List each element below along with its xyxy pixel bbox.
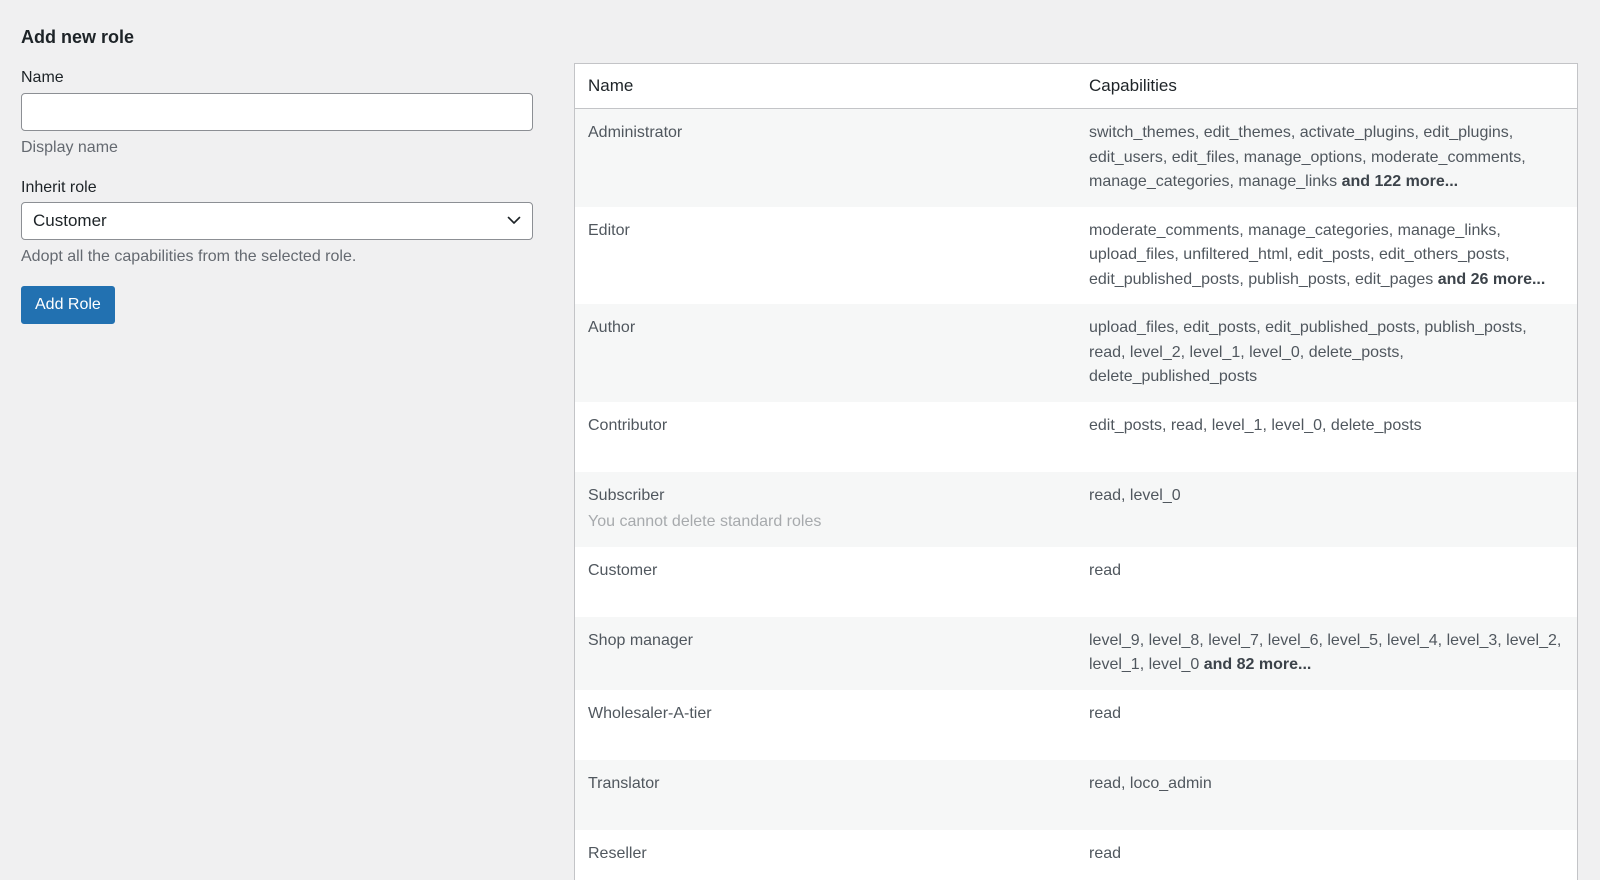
inherit-role-selected-value: Customer — [33, 211, 107, 230]
role-name-cell: Wholesaler-A-tier — [575, 690, 1076, 760]
table-row: Subscriber You cannot delete standard ro… — [575, 471, 1577, 547]
role-name-cell: Translator — [575, 759, 1076, 830]
role-name-cell: Author — [575, 304, 1076, 402]
inherit-role-help-text: Adopt all the capabilities from the sele… — [21, 248, 357, 265]
role-name-cell: Customer — [575, 547, 1076, 617]
more-capabilities: and 122 more... — [1341, 173, 1459, 190]
column-header-name[interactable]: Name — [575, 64, 1076, 109]
table-row: Administrator switch_themes, edit_themes… — [575, 108, 1577, 207]
capabilities-list: read — [1089, 844, 1122, 862]
capabilities-cell: switch_themes, edit_themes, activate_plu… — [1076, 108, 1577, 207]
table-row: Wholesaler-A-tier read — [575, 690, 1577, 760]
role-name[interactable]: Contributor — [588, 417, 667, 434]
role-name-cell: Editor — [575, 207, 1076, 305]
capabilities-list: read — [1089, 561, 1122, 579]
column-header-capabilities[interactable]: Capabilities — [1076, 64, 1577, 109]
capabilities-cell: read — [1076, 690, 1577, 760]
role-name[interactable]: Reseller — [588, 845, 647, 862]
chevron-down-icon — [507, 216, 521, 224]
role-name-cell: Contributor — [575, 402, 1076, 472]
role-name-cell: Reseller — [575, 830, 1076, 880]
capabilities-cell: edit_posts, read, level_1, level_0, dele… — [1076, 402, 1577, 472]
capabilities-cell: upload_files, edit_posts, edit_published… — [1076, 304, 1577, 402]
role-name[interactable]: Wholesaler-A-tier — [588, 705, 712, 722]
capabilities-cell: read, loco_admin — [1076, 759, 1577, 830]
capabilities-cell: read, level_0 — [1076, 471, 1577, 547]
capabilities-list: upload_files, edit_posts, edit_published… — [1089, 319, 1527, 385]
role-name[interactable]: Administrator — [588, 124, 682, 141]
name-label: Name — [21, 69, 64, 86]
capabilities-cell: read — [1076, 547, 1577, 617]
role-name[interactable]: Translator — [588, 775, 659, 792]
table-row: Shop manager level_9, level_8, level_7, … — [575, 616, 1577, 690]
role-name-cell: Shop manager — [575, 616, 1076, 690]
capabilities-list: edit_posts, read, level_1, level_0, dele… — [1089, 416, 1422, 434]
inherit-role-select[interactable]: Customer — [21, 202, 533, 240]
table-row: Reseller read — [575, 830, 1577, 880]
roles-table-container: Name Capabilities Administrator switch_t… — [574, 63, 1578, 880]
role-name[interactable]: Shop manager — [588, 632, 693, 649]
add-role-button[interactable]: Add Role — [21, 286, 115, 324]
more-capabilities: and 82 more... — [1203, 656, 1312, 673]
inherit-role-label: Inherit role — [21, 179, 97, 196]
add-role-form: Add new role Name Display name Inherit r… — [21, 20, 533, 324]
form-title: Add new role — [21, 27, 135, 47]
capabilities-list: level_9, level_8, level_7, level_6, leve… — [1089, 631, 1562, 674]
role-note: You cannot delete standard roles — [588, 513, 822, 530]
table-header-row: Name Capabilities — [575, 64, 1577, 109]
role-name[interactable]: Editor — [588, 222, 630, 239]
capabilities-list: read, loco_admin — [1089, 774, 1212, 792]
table-row: Author upload_files, edit_posts, edit_pu… — [575, 304, 1577, 402]
page: Add new role Name Display name Inherit r… — [0, 0, 1600, 880]
capabilities-list: read, level_0 — [1089, 486, 1181, 504]
name-help-text: Display name — [21, 139, 118, 156]
roles-table: Name Capabilities Administrator switch_t… — [575, 64, 1577, 880]
capabilities-list: switch_themes, edit_themes, activate_plu… — [1089, 124, 1526, 190]
table-row: Contributor edit_posts, read, level_1, l… — [575, 402, 1577, 472]
table-row: Translator read, loco_admin — [575, 759, 1577, 830]
role-name[interactable]: Subscriber — [588, 484, 1063, 509]
more-capabilities: and 26 more... — [1437, 270, 1546, 288]
role-name-cell: Subscriber You cannot delete standard ro… — [575, 471, 1076, 547]
table-row: Editor moderate_comments, manage_categor… — [575, 207, 1577, 305]
name-input[interactable] — [21, 93, 533, 131]
role-name-cell: Administrator — [575, 108, 1076, 207]
capabilities-list: read — [1089, 704, 1122, 722]
role-name[interactable]: Customer — [588, 562, 657, 579]
capabilities-cell: read — [1076, 830, 1577, 880]
role-name[interactable]: Author — [588, 319, 635, 336]
capabilities-cell: level_9, level_8, level_7, level_6, leve… — [1076, 616, 1577, 690]
capabilities-cell: moderate_comments, manage_categories, ma… — [1076, 207, 1577, 305]
table-row: Customer read — [575, 547, 1577, 617]
